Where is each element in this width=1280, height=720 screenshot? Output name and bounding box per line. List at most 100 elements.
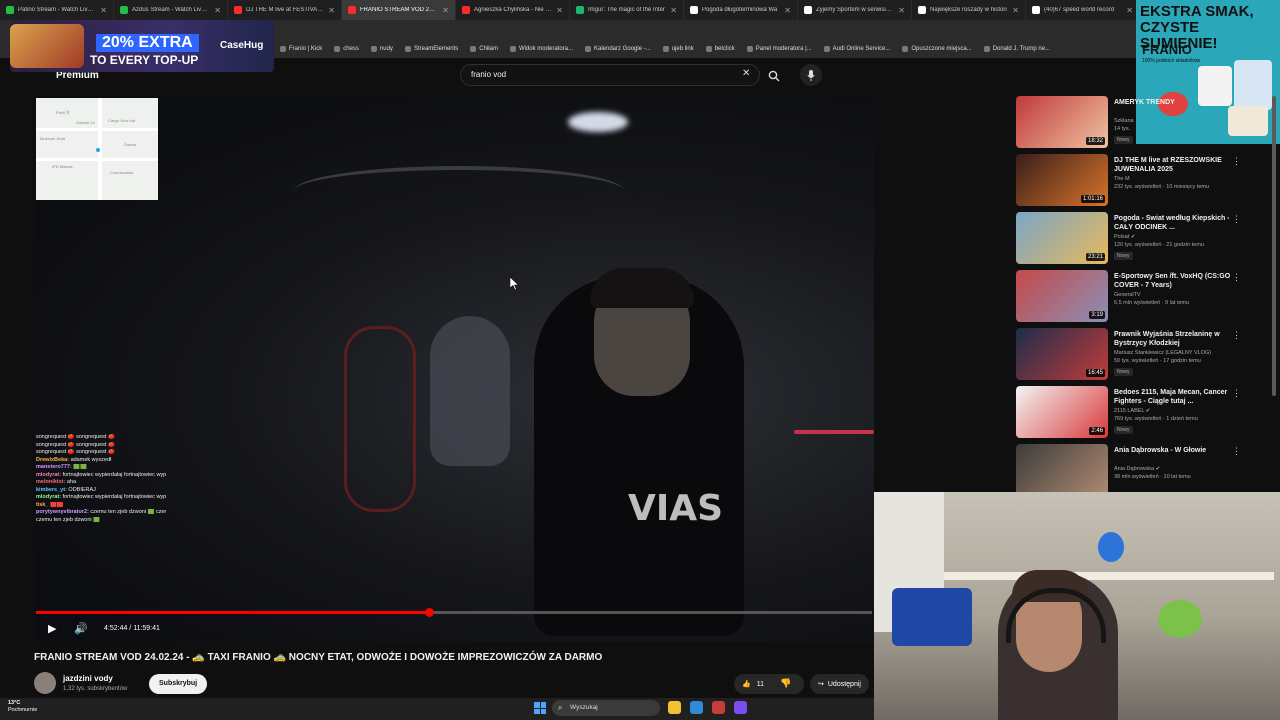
clear-search-icon[interactable]: ✕ — [742, 68, 750, 79]
recommended-title[interactable]: Pogoda - Świat według Kiepskich - CAŁY O… — [1114, 214, 1232, 232]
taskbar-app-icon[interactable] — [712, 701, 725, 714]
search-icon[interactable] — [764, 66, 784, 86]
volume-icon[interactable]: 🔊 — [74, 622, 88, 635]
recommended-video[interactable]: Ania Dąbrowska - W Głowie Ania Dąbrowska … — [1016, 444, 1270, 498]
sidebar-scrollbar[interactable] — [1272, 96, 1276, 396]
bookmark-item[interactable]: betclick — [705, 46, 735, 52]
more-options-icon[interactable]: ⋮ — [1232, 272, 1241, 283]
more-options-icon[interactable]: ⋮ — [1232, 98, 1241, 109]
bookmark-item[interactable]: Audi Online Service... — [823, 46, 890, 52]
ad-brand: CaseHug — [220, 40, 264, 51]
recommended-video[interactable]: 23:21 Pogoda - Świat według Kiepskich - C… — [1016, 212, 1270, 266]
more-options-icon[interactable]: ⋮ — [1232, 388, 1241, 399]
like-count: 11 — [756, 680, 764, 688]
close-tab-icon[interactable]: ✕ — [328, 6, 335, 15]
browser-tab[interactable]: Największe roszady w histori ✕ — [912, 0, 1026, 20]
microphone-icon[interactable] — [800, 64, 822, 86]
recommended-title[interactable]: E-Sportowy Sen /ft. VoxHQ (CS:GO COVER -… — [1114, 272, 1232, 290]
chat-text: songrequest 🍅 songrequest 🍅 — [36, 449, 115, 455]
bookmark-item[interactable]: Franio | Kick — [280, 46, 322, 52]
bookmark-item[interactable]: nudy — [370, 46, 393, 52]
recommended-video[interactable]: 18:32 AMERYK TRENDY Szklana 14 tys. Nowy ⋮ — [1016, 96, 1270, 150]
video-thumbnail[interactable]: 1:01:16 — [1016, 154, 1108, 206]
weather-widget[interactable]: 13°C Pochmurnie — [8, 700, 37, 714]
more-options-icon[interactable]: ⋮ — [1232, 156, 1241, 167]
channel-avatar[interactable] — [34, 672, 56, 694]
browser-tab[interactable]: Pogoda długoterminowa Wa ✕ — [684, 0, 798, 20]
bookmark-item[interactable]: Donald J. Trump ne... — [983, 46, 1050, 52]
recommended-channel[interactable]: 2115 LABEL ✔ — [1114, 408, 1150, 414]
recommended-title[interactable]: Bedoes 2115, Maja Mecan, Cancer Fighters… — [1114, 388, 1232, 406]
play-icon[interactable]: ▶ — [48, 622, 56, 635]
bookmark-favicon-icon — [370, 46, 377, 52]
browser-tab[interactable]: FRANIO STREAM VOD 24.02.2 ✕ — [342, 0, 456, 20]
recommended-video[interactable]: 2:46 Bedoes 2115, Maja Mecan, Cancer Figh… — [1016, 386, 1270, 440]
browser-tab[interactable]: Żyjemy Sportem w serwisie X ✕ — [798, 0, 912, 20]
like-button[interactable]: 👍 11 — [734, 674, 804, 694]
recommended-channel[interactable]: Ania Dąbrowska ✔ — [1114, 466, 1160, 472]
recommended-channel[interactable]: GeneralTV — [1114, 292, 1141, 298]
bookmark-item[interactable]: ujeb link — [662, 46, 694, 52]
bookmark-item[interactable]: Widok moderatora... — [509, 46, 573, 52]
browser-tab[interactable]: Patino Stream - Watch Live on ✕ — [0, 0, 114, 20]
subscribe-button[interactable]: Subskrybuj — [149, 674, 208, 694]
browser-tab[interactable]: Azdus Stream - Watch Live on ✕ — [114, 0, 228, 20]
close-tab-icon[interactable]: ✕ — [670, 6, 677, 15]
bookmark-item[interactable]: Panel moderatora |... — [746, 46, 812, 52]
video-thumbnail[interactable]: 16:45 — [1016, 328, 1108, 380]
video-duration: 16:45 — [1085, 369, 1105, 377]
bookmark-item[interactable]: StreamElements — [404, 46, 458, 52]
close-tab-icon[interactable]: ✕ — [442, 6, 449, 15]
taskbar-search[interactable]: ⌕ Wyszukaj — [552, 700, 660, 716]
recommended-video[interactable]: 1:01:16 DJ THE M live at RZESZOWSKIE JUWE… — [1016, 154, 1270, 208]
stream-minimap: Ptolil Ⓑ Muzeum Huta Osiedle Ur Cargo Your … — [36, 98, 158, 200]
close-tab-icon[interactable]: ✕ — [1126, 6, 1133, 15]
recommended-title[interactable]: Ania Dąbrowska - W Głowie — [1114, 446, 1232, 455]
browser-tab[interactable]: Agnieszka Chylińska - Nie mó ✕ — [456, 0, 570, 20]
tab-label: DJ THE M live at FESTIVALAN — [246, 7, 325, 13]
windows-start-icon[interactable] — [534, 702, 546, 714]
more-options-icon[interactable]: ⋮ — [1232, 330, 1241, 341]
close-tab-icon[interactable]: ✕ — [214, 6, 221, 15]
recommended-channel[interactable]: Szklana — [1114, 118, 1134, 124]
taskbar-app-icon[interactable] — [668, 701, 681, 714]
close-tab-icon[interactable]: ✕ — [556, 6, 563, 15]
webcam-toy-vehicle — [892, 588, 972, 646]
recommended-video[interactable]: 3:19 E-Sportowy Sen /ft. VoxHQ (CS:GO COV… — [1016, 270, 1270, 324]
video-thumbnail[interactable] — [1016, 444, 1108, 496]
recommended-channel[interactable]: Mariusz Stankiewicz (LEGALNY VLOG) — [1114, 350, 1211, 356]
minimap-label: Zabrze — [124, 142, 137, 147]
close-tab-icon[interactable]: ✕ — [898, 6, 905, 15]
recommended-video[interactable]: 16:45 Prawnik Wyjaśnia Strzelaninę w Byst… — [1016, 328, 1270, 382]
taskbar-app-icon[interactable] — [734, 701, 747, 714]
recommended-channel[interactable]: Polsat ✔ — [1114, 234, 1135, 240]
close-tab-icon[interactable]: ✕ — [1012, 6, 1019, 15]
dislike-button[interactable]: 👎 — [780, 678, 791, 689]
share-button[interactable]: ↪ Udostępnij — [810, 674, 869, 694]
recommended-channel[interactable]: The M — [1114, 176, 1130, 182]
video-thumbnail[interactable]: 3:19 — [1016, 270, 1108, 322]
recommended-title[interactable]: Prawnik Wyjaśnia Strzelaninę w Bystrzycy… — [1114, 330, 1232, 348]
channel-name[interactable]: jazdzini vody — [63, 674, 113, 683]
progress-scrubber[interactable] — [424, 608, 434, 617]
bookmark-item[interactable]: Chiłam — [470, 46, 498, 52]
recommended-title[interactable]: AMERYK TRENDY — [1114, 98, 1232, 107]
browser-tab[interactable]: Imgur: The magic of the Inter ✕ — [570, 0, 684, 20]
video-progress-bar[interactable] — [36, 611, 872, 614]
close-tab-icon[interactable]: ✕ — [784, 6, 791, 15]
casehug-ad-banner[interactable]: 20% EXTRA TO EVERY TOP-UP CaseHug — [10, 20, 274, 72]
video-thumbnail[interactable]: 18:32 — [1016, 96, 1108, 148]
browser-tab[interactable]: DJ THE M live at FESTIVALAN ✕ — [228, 0, 342, 20]
close-tab-icon[interactable]: ✕ — [100, 6, 107, 15]
bookmark-item[interactable]: chess — [334, 46, 359, 52]
search-input[interactable]: franio vod — [460, 64, 760, 86]
recommended-title[interactable]: DJ THE M live at RZESZOWSKIE JUWENALIA 2… — [1114, 156, 1232, 174]
more-options-icon[interactable]: ⋮ — [1232, 446, 1241, 457]
video-thumbnail[interactable]: 23:21 — [1016, 212, 1108, 264]
video-thumbnail[interactable]: 2:46 — [1016, 386, 1108, 438]
taskbar-app-icon[interactable] — [690, 701, 703, 714]
more-options-icon[interactable]: ⋮ — [1232, 214, 1241, 225]
bookmark-item[interactable]: Opuszczone miejsca... — [902, 46, 972, 52]
browser-tab[interactable]: (40)67 speed world record ✕ — [1026, 0, 1140, 20]
bookmark-item[interactable]: Kalendarz Google -... — [585, 46, 651, 52]
